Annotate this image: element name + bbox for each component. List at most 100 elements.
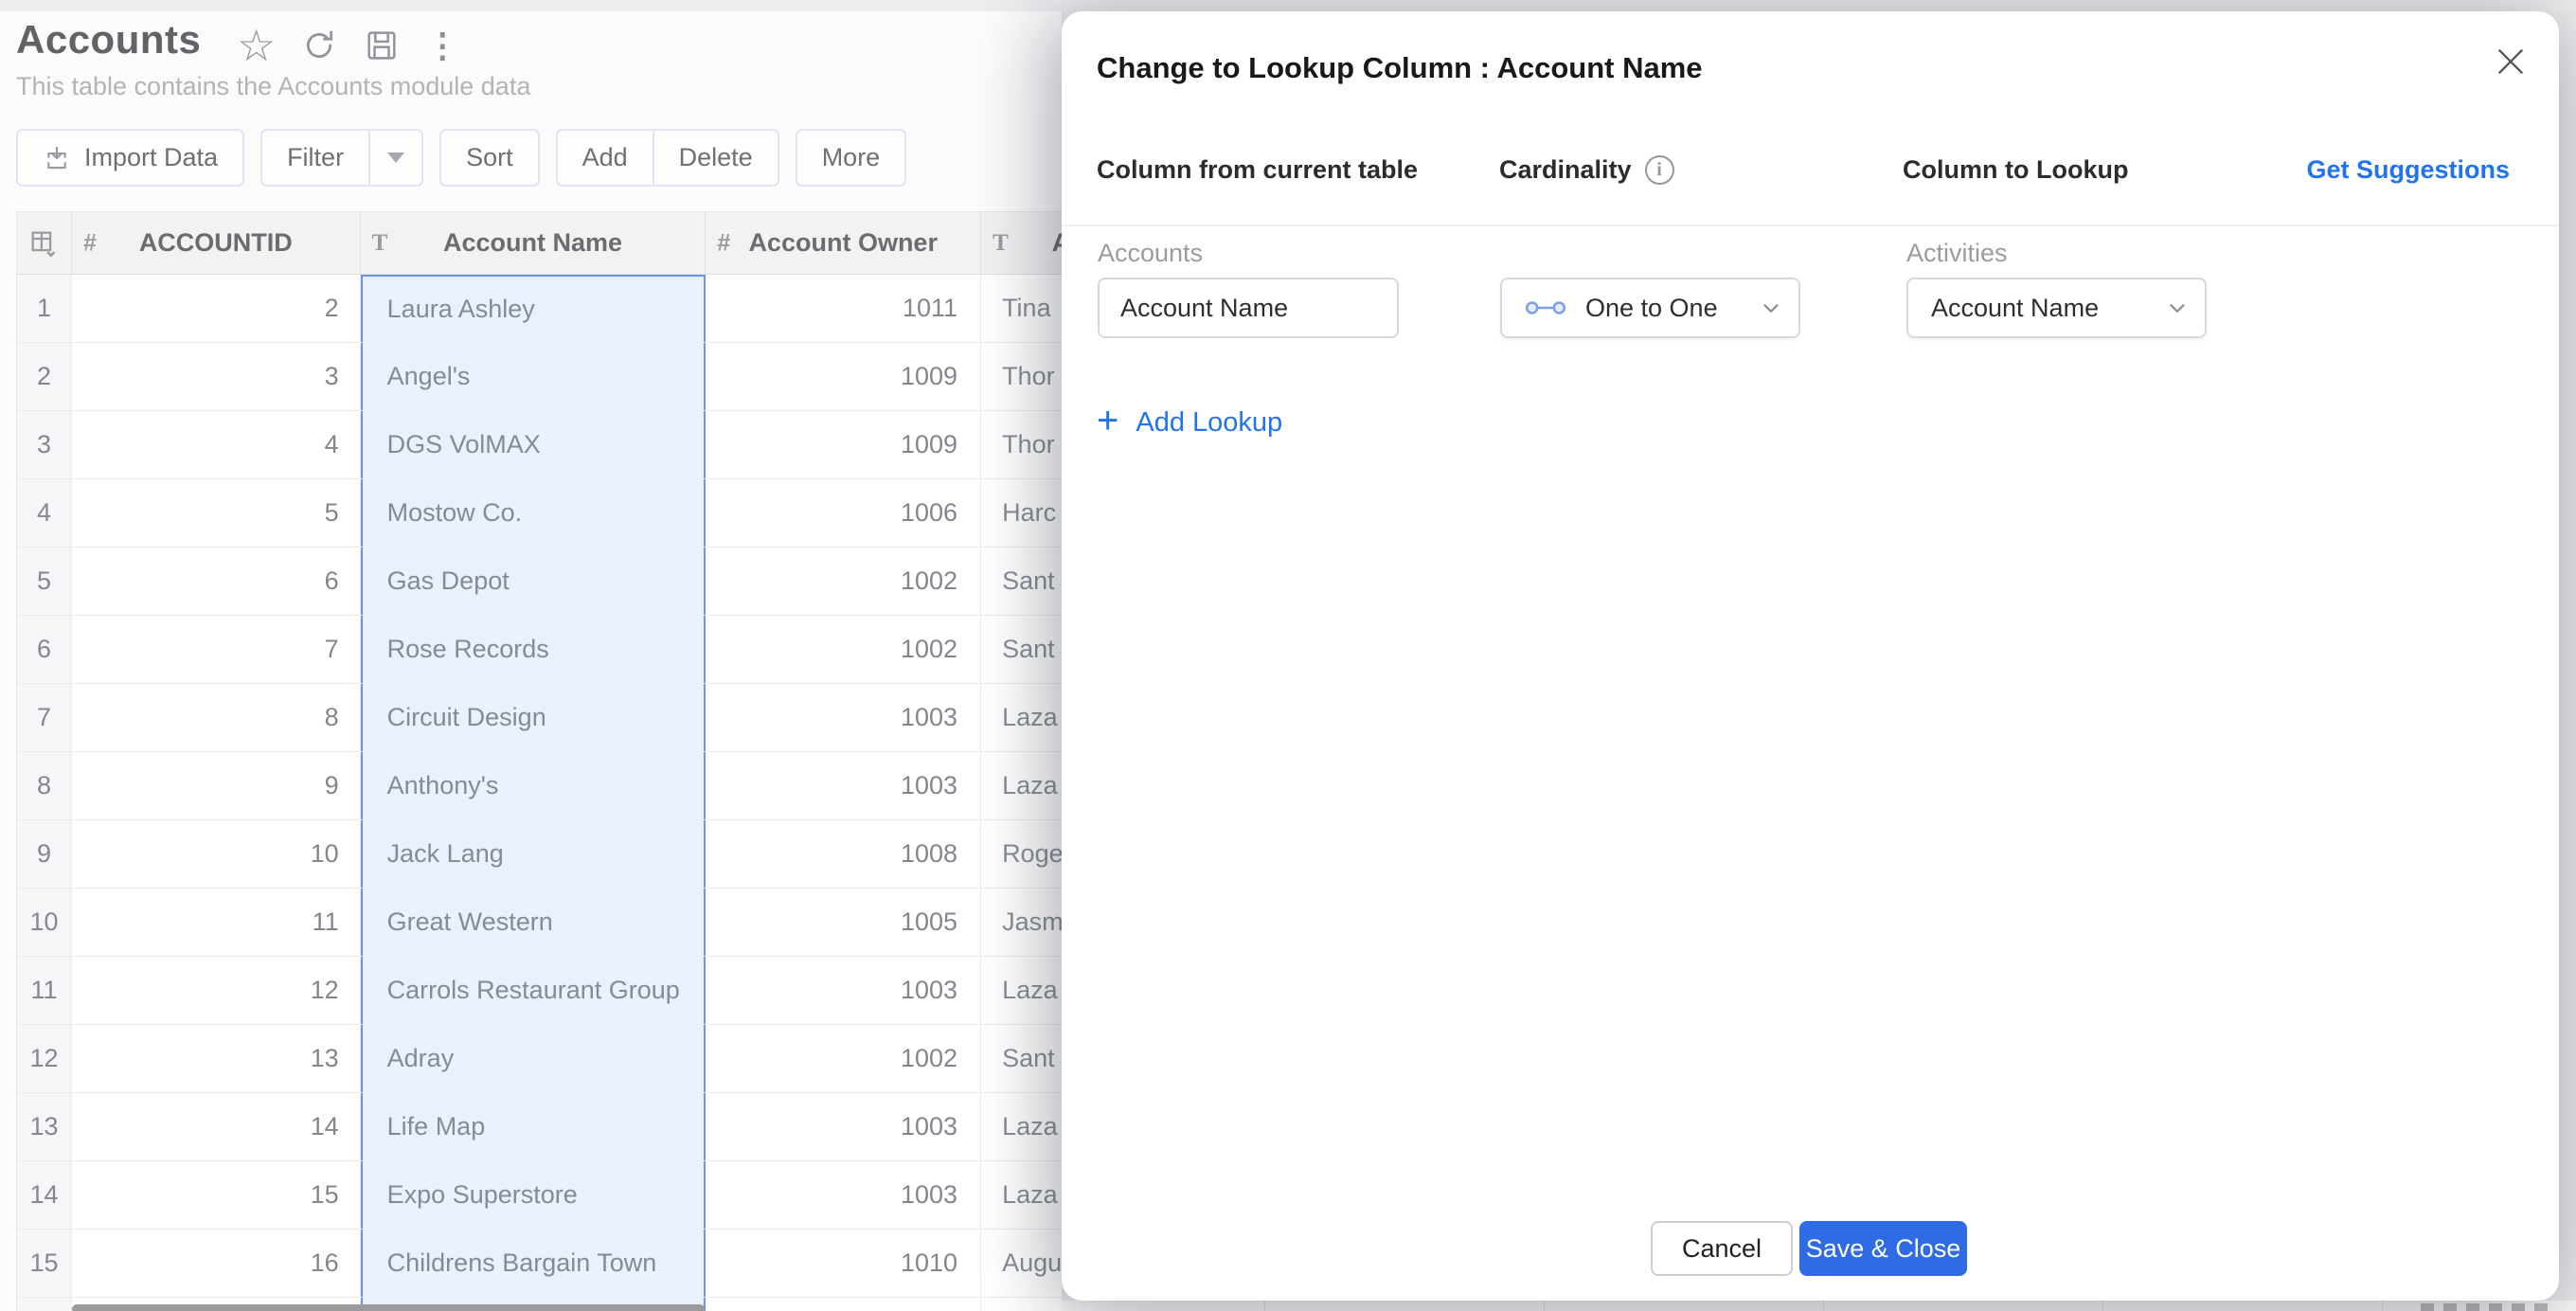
save-and-close-button[interactable]: Save & Close [1799, 1221, 1967, 1276]
account-name-cell[interactable]: Rose Records [361, 616, 707, 683]
account-name-cell[interactable]: Gas Depot [361, 548, 707, 615]
accountid-cell[interactable]: 16 [72, 1230, 361, 1297]
partial-cell[interactable]: Laza [981, 684, 1062, 751]
close-icon[interactable] [2491, 42, 2531, 81]
partial-cell[interactable]: Roge [981, 820, 1062, 888]
column-header-account-name[interactable]: T Account Name [361, 212, 707, 274]
row-number-cell[interactable]: 13 [17, 1093, 72, 1160]
get-suggestions-link[interactable]: Get Suggestions [2306, 155, 2510, 185]
account-name-cell[interactable]: Carrols Restaurant Group [361, 957, 707, 1024]
account-owner-cell[interactable]: 1006 [706, 479, 981, 547]
partial-cell[interactable]: Laza [981, 752, 1062, 819]
account-owner-cell[interactable]: 1009 [706, 411, 981, 478]
account-owner-cell[interactable]: 1008 [706, 820, 981, 888]
row-number-cell[interactable]: 6 [17, 616, 72, 683]
row-number-cell[interactable]: 9 [17, 820, 72, 888]
row-number-cell[interactable]: 12 [17, 1025, 72, 1092]
partial-cell[interactable]: Thor [981, 411, 1062, 478]
sort-button[interactable]: Sort [439, 129, 540, 187]
account-name-cell[interactable]: Adray [361, 1025, 707, 1092]
partial-cell[interactable]: Sant [981, 1025, 1062, 1092]
row-number-cell[interactable]: 14 [17, 1161, 72, 1229]
row-number-cell[interactable]: 11 [17, 957, 72, 1024]
partial-cell[interactable]: Harc [981, 479, 1062, 547]
account-name-cell[interactable]: Childrens Bargain Town [361, 1230, 707, 1297]
account-owner-cell[interactable]: 1003 [706, 684, 981, 751]
accountid-cell[interactable]: 2 [72, 275, 361, 342]
accountid-cell[interactable]: 5 [72, 479, 361, 547]
account-owner-cell[interactable]: 1005 [706, 889, 981, 956]
row-number-cell[interactable]: 2 [17, 343, 72, 410]
filter-button[interactable]: Filter [262, 131, 368, 185]
info-icon[interactable]: i [1645, 155, 1674, 185]
account-name-cell[interactable]: Mostow Co. [361, 479, 707, 547]
row-number-cell[interactable]: 4 [17, 479, 72, 547]
refresh-icon[interactable] [300, 27, 338, 64]
cardinality-select[interactable]: One to One [1500, 278, 1800, 338]
partial-cell[interactable]: Laza [981, 957, 1062, 1024]
accountid-cell[interactable]: 6 [72, 548, 361, 615]
partial-cell[interactable]: Laza [981, 1161, 1062, 1229]
partial-cell[interactable]: Thor [981, 343, 1062, 410]
accountid-cell[interactable]: 14 [72, 1093, 361, 1160]
column-selector-header[interactable] [17, 212, 72, 274]
accountid-cell[interactable]: 8 [72, 684, 361, 751]
filter-dropdown-button[interactable] [368, 131, 421, 185]
save-icon[interactable] [363, 27, 401, 64]
accountid-cell[interactable]: 9 [72, 752, 361, 819]
cancel-button[interactable]: Cancel [1651, 1221, 1793, 1276]
row-number-cell[interactable]: 10 [17, 889, 72, 956]
account-owner-cell[interactable]: 1003 [706, 1093, 981, 1160]
account-owner-cell[interactable]: 1003 [706, 752, 981, 819]
accountid-cell[interactable]: 15 [72, 1161, 361, 1229]
kebab-menu-icon[interactable]: ⋮ [425, 26, 459, 65]
accountid-cell[interactable]: 3 [72, 343, 361, 410]
partial-cell[interactable]: Sant [981, 616, 1062, 683]
partial-cell[interactable]: Jasm [981, 889, 1062, 956]
partial-cell[interactable]: Tina [981, 275, 1062, 342]
accountid-cell[interactable]: 12 [72, 957, 361, 1024]
import-data-button[interactable]: Import Data [16, 129, 244, 187]
partial-cell[interactable]: Laza [981, 1093, 1062, 1160]
account-name-cell[interactable]: Angel's [361, 343, 707, 410]
accountid-cell[interactable]: 4 [72, 411, 361, 478]
column-header-accountid[interactable]: # ACCOUNTID [72, 212, 361, 274]
account-owner-cell[interactable]: 1003 [706, 1161, 981, 1229]
accountid-cell[interactable]: 10 [72, 820, 361, 888]
account-name-cell[interactable]: DGS VolMAX [361, 411, 707, 478]
more-button[interactable]: More [796, 129, 907, 187]
account-owner-cell[interactable]: 1002 [706, 1025, 981, 1092]
account-name-cell[interactable]: Circuit Design [361, 684, 707, 751]
column-header-partial[interactable]: T Ac [981, 212, 1062, 274]
row-number-cell[interactable]: 15 [17, 1230, 72, 1297]
row-number-cell[interactable]: 3 [17, 411, 72, 478]
account-owner-cell[interactable]: 1002 [706, 616, 981, 683]
row-number-cell[interactable]: 7 [17, 684, 72, 751]
account-name-cell[interactable]: Laura Ashley [361, 275, 707, 342]
column-header-account-owner[interactable]: # Account Owner [706, 212, 981, 274]
account-name-cell[interactable]: Anthony's [361, 752, 707, 819]
source-column-input[interactable]: Account Name [1098, 278, 1399, 338]
account-name-cell[interactable]: Life Map [361, 1093, 707, 1160]
account-owner-cell[interactable]: 1010 [706, 1230, 981, 1297]
horizontal-scrollbar[interactable] [72, 1304, 705, 1311]
row-number-cell[interactable]: 1 [17, 275, 72, 342]
target-column-select[interactable]: Account Name [1906, 278, 2207, 338]
add-lookup-link[interactable]: + Add Lookup [1097, 404, 1282, 441]
star-icon[interactable]: ☆ [237, 24, 276, 67]
row-number-cell[interactable]: 8 [17, 752, 72, 819]
delete-button[interactable]: Delete [653, 131, 778, 185]
account-owner-cell[interactable]: 1003 [706, 957, 981, 1024]
row-number-cell[interactable]: 5 [17, 548, 72, 615]
partial-cell[interactable]: Augu [981, 1230, 1062, 1297]
account-name-cell[interactable]: Great Western [361, 889, 707, 956]
accountid-cell[interactable]: 13 [72, 1025, 361, 1092]
account-name-cell[interactable]: Expo Superstore [361, 1161, 707, 1229]
account-owner-cell[interactable]: 1009 [706, 343, 981, 410]
accountid-cell[interactable]: 11 [72, 889, 361, 956]
account-owner-cell[interactable]: 1011 [706, 275, 981, 342]
partial-cell[interactable]: Sant [981, 548, 1062, 615]
add-button[interactable]: Add [558, 131, 653, 185]
accountid-cell[interactable]: 7 [72, 616, 361, 683]
account-name-cell[interactable]: Jack Lang [361, 820, 707, 888]
